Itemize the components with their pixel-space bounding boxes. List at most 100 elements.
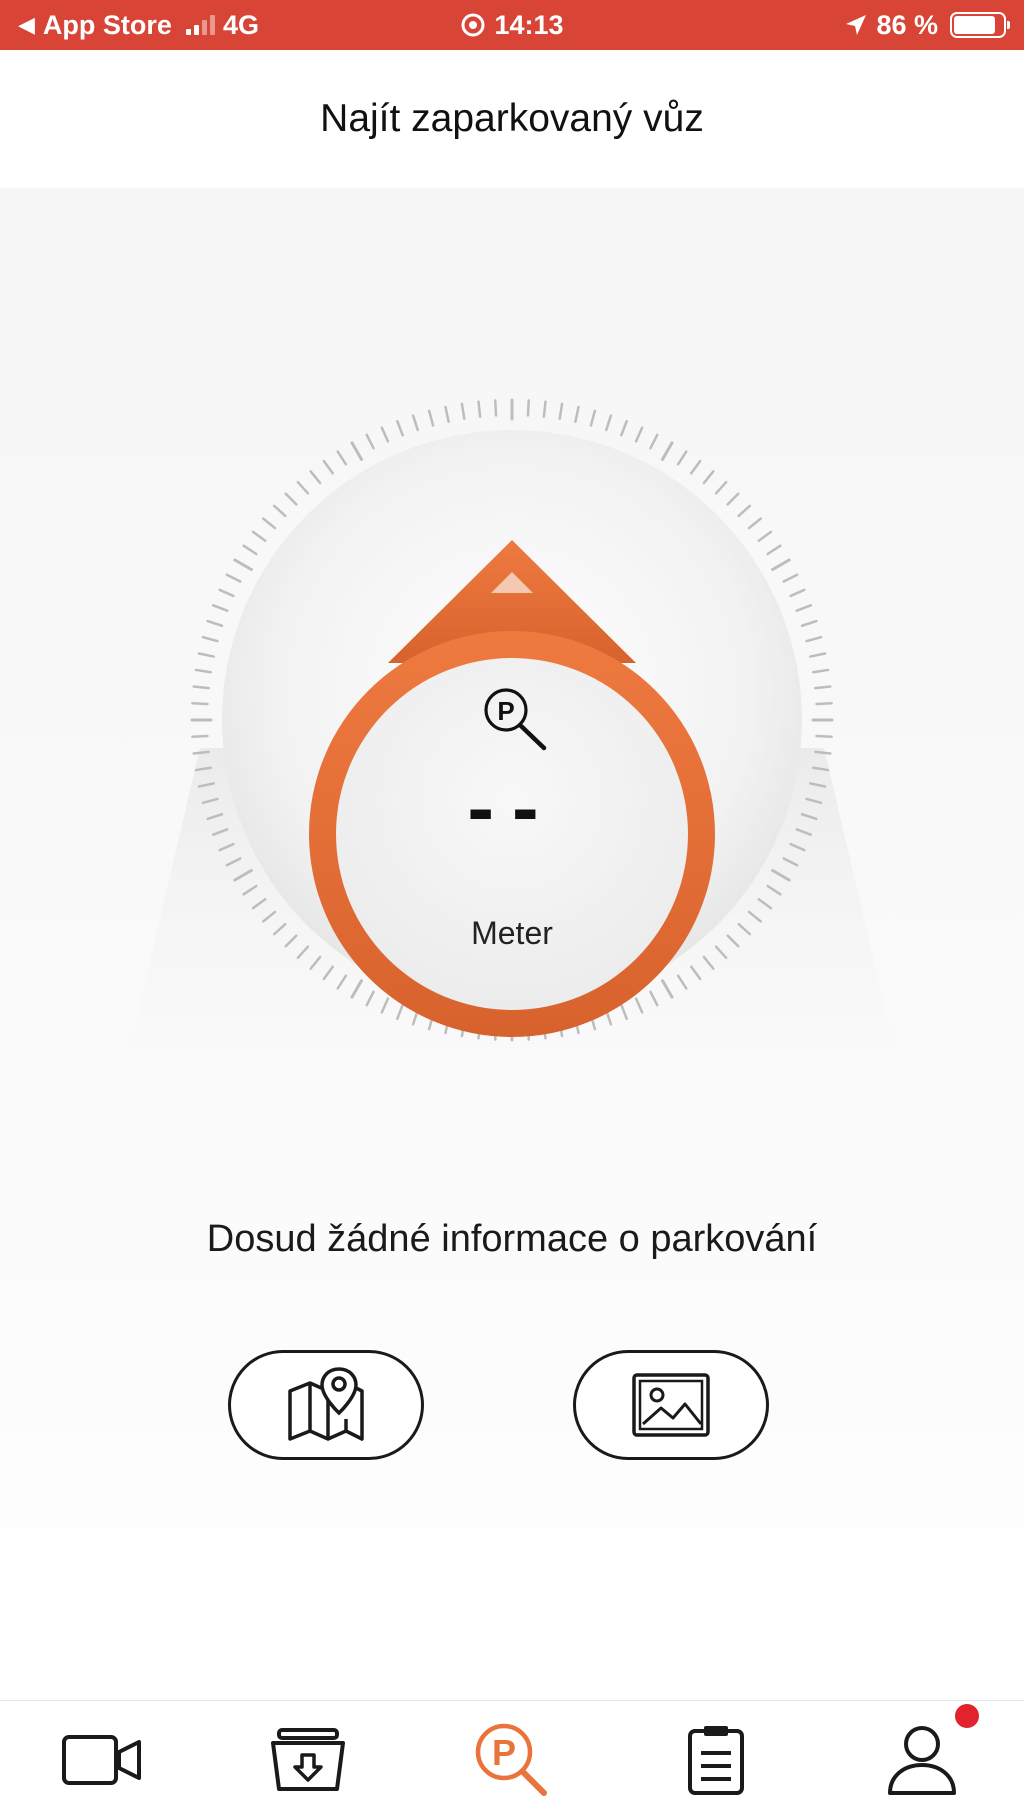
- dial-tick: [805, 635, 823, 643]
- dial-tick: [201, 635, 219, 643]
- dial-tick: [284, 492, 298, 506]
- dial-tick: [212, 604, 229, 612]
- page-title: Najít zaparkovaný vůz: [320, 97, 704, 140]
- tab-reports[interactable]: [666, 1715, 766, 1805]
- dial-tick: [336, 450, 348, 466]
- clock: 14:13: [494, 9, 564, 40]
- dial-tick: [191, 702, 209, 706]
- dial-tick: [191, 734, 209, 738]
- battery-percent: 86 %: [876, 9, 938, 40]
- dial-tick: [380, 426, 390, 443]
- dial-tick: [809, 652, 827, 658]
- dial-tick: [814, 685, 832, 690]
- dial-tick: [574, 405, 580, 423]
- dial-tick: [811, 668, 830, 674]
- tab-profile[interactable]: [872, 1715, 972, 1805]
- tab-downloads[interactable]: [258, 1715, 358, 1805]
- dial-tick: [197, 652, 215, 658]
- distance-unit: Meter: [471, 915, 553, 951]
- dial-tick: [757, 530, 773, 542]
- status-bar: ◀ App Store 4G 14:13 86 %: [0, 0, 1024, 50]
- status-right: 86 %: [844, 9, 1010, 41]
- dial-tick: [365, 433, 375, 450]
- dial-tick: [526, 399, 530, 417]
- app-screen: ◀ App Store 4G 14:13 86 % Najít zaparkov…: [0, 0, 1024, 1819]
- dial-tick: [206, 619, 224, 627]
- dial-tick: [192, 750, 210, 755]
- dial-tick: [460, 402, 466, 421]
- dial-tick: [766, 544, 782, 556]
- svg-text:P: P: [492, 1732, 516, 1773]
- dial-tick: [542, 400, 547, 418]
- dial-tick: [242, 544, 258, 556]
- dial-tick: [605, 414, 613, 432]
- show-photo-button[interactable]: [573, 1350, 769, 1460]
- dial-tick: [494, 399, 498, 417]
- battery-fill: [954, 16, 996, 34]
- back-app-label[interactable]: App Store: [43, 10, 172, 41]
- dial-tick: [676, 450, 688, 466]
- dial-tick: [477, 400, 482, 418]
- dial-tick: [620, 420, 628, 437]
- network-label: 4G: [222, 9, 259, 40]
- map-pin-icon: [288, 1367, 364, 1441]
- user-icon: [888, 1726, 956, 1795]
- parking-status-message: Dosud žádné informace o parkování: [206, 1218, 818, 1260]
- dial-tick: [747, 517, 762, 530]
- show-map-button[interactable]: [228, 1350, 424, 1460]
- dial-tick: [589, 409, 597, 427]
- dial-tick: [634, 426, 644, 443]
- dial-tick: [702, 470, 715, 485]
- parking-search-icon: P: [475, 1723, 547, 1796]
- video-camera-icon: [62, 1735, 141, 1785]
- status-left: ◀ App Store 4G: [18, 10, 259, 41]
- dial-tick: [396, 420, 404, 437]
- image-icon: [632, 1373, 710, 1437]
- dial-tick: [411, 414, 419, 432]
- svg-text:P: P: [497, 696, 514, 726]
- dial-tick: [789, 588, 806, 598]
- dial-tick: [800, 619, 818, 627]
- dial-tick: [350, 441, 363, 461]
- dial-tick: [322, 459, 334, 475]
- dial-tick: [714, 480, 728, 495]
- dial-tick: [726, 492, 740, 506]
- dial-tick: [233, 558, 253, 571]
- dial-tick: [225, 573, 242, 583]
- main-content: P -- Meter Dosud žádné informace o parko…: [0, 188, 1024, 1700]
- tab-video[interactable]: [52, 1715, 152, 1805]
- dial-tick: [444, 405, 450, 423]
- nav-header: Najít zaparkovaný vůz: [0, 50, 1024, 188]
- battery-icon: [950, 12, 1010, 38]
- dial-tick: [782, 573, 799, 583]
- dial-tick: [814, 750, 832, 755]
- dial-tick: [690, 459, 702, 475]
- dial-tick: [251, 530, 267, 542]
- dial-tick: [737, 504, 752, 518]
- distance-value: --: [467, 763, 557, 852]
- dial-tick: [262, 517, 277, 530]
- dial-tick: [309, 470, 322, 485]
- back-triangle-icon[interactable]: ◀: [18, 12, 35, 38]
- notification-badge: [955, 1704, 979, 1728]
- dial-tick: [815, 734, 833, 738]
- dial-tick: [272, 504, 287, 518]
- dial-tick: [296, 480, 310, 495]
- dial-tick: [427, 409, 435, 427]
- dial-tick: [661, 441, 674, 461]
- dial-tick: [218, 588, 235, 598]
- dial-tick: [192, 685, 210, 690]
- dial-tick: [194, 668, 213, 674]
- download-box-icon: [271, 1728, 345, 1791]
- dial-tick: [771, 558, 791, 571]
- signal-icon: [185, 15, 215, 35]
- location-arrow-icon: [846, 15, 867, 35]
- dial-tick: [815, 702, 833, 706]
- tab-parking[interactable]: P: [462, 1715, 562, 1805]
- dial-tick: [649, 433, 659, 450]
- distance-dial: P: [120, 398, 904, 1088]
- dial-tick: [558, 402, 564, 421]
- tab-bar: P: [0, 1700, 1024, 1819]
- clipboard-icon: [688, 1726, 744, 1795]
- focus-icon: [461, 13, 485, 37]
